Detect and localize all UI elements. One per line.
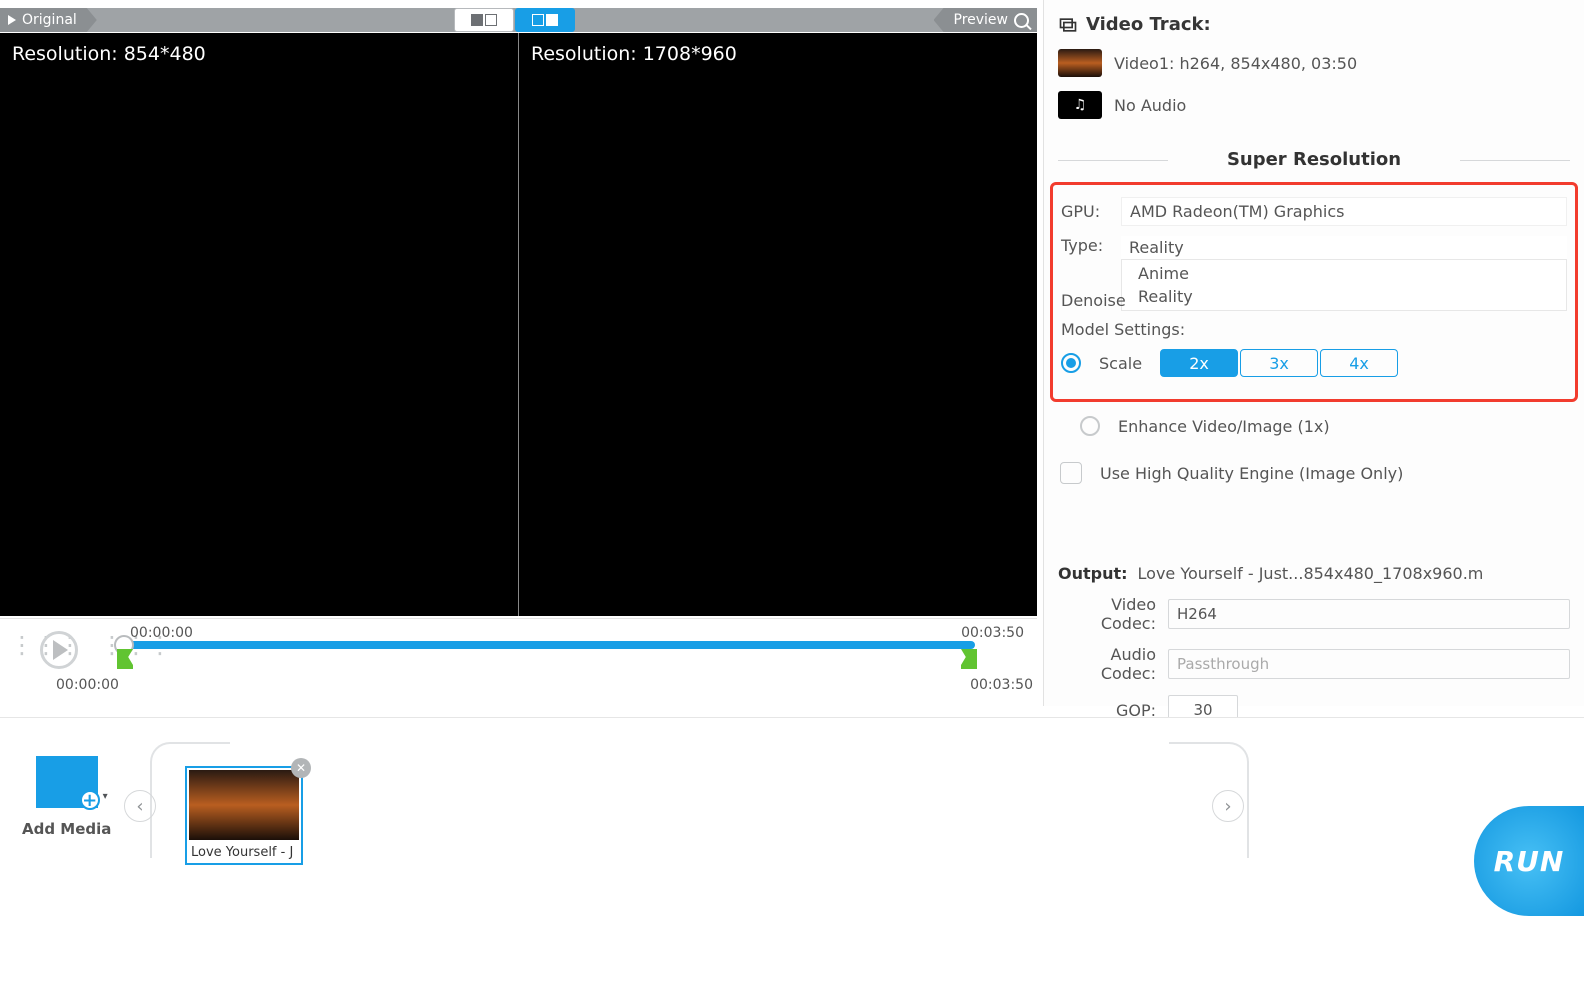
gpu-label: GPU: — [1061, 202, 1121, 221]
preview-tab[interactable]: Preview — [934, 8, 1038, 32]
super-resolution-title: Super Resolution — [1058, 149, 1570, 170]
audio-track-row[interactable]: ♫ No Audio — [1058, 91, 1570, 119]
scale-2x-button[interactable]: 2x — [1160, 349, 1238, 377]
time-end-bottom: 00:03:50 — [970, 677, 1033, 693]
time-start-top: 00:00:00 — [130, 625, 193, 641]
original-label: Original — [22, 12, 77, 28]
vcodec-select[interactable]: H264 — [1168, 599, 1570, 629]
preview-topbar: Original Preview — [0, 8, 1037, 32]
timeline-track[interactable] — [122, 641, 975, 649]
video-track-info: Video1: h264, 854x480, 03:50 — [1114, 54, 1357, 73]
clip-thumb — [189, 770, 299, 840]
time-start-bottom: 00:00:00 — [56, 677, 119, 693]
trim-end-flag[interactable] — [961, 649, 977, 669]
hq-label: Use High Quality Engine (Image Only) — [1100, 464, 1403, 483]
search-icon — [1014, 13, 1029, 28]
viewmode-split-button[interactable] — [515, 8, 575, 32]
highlighted-settings: GPU:AMD Radeon(TM) Graphics Type: Realit… — [1050, 182, 1578, 402]
upscaled-resolution: Resolution: 1708*960 — [531, 43, 737, 65]
audio-icon: ♫ — [1058, 91, 1102, 119]
original-tab[interactable]: Original — [0, 8, 97, 32]
video-track-row[interactable]: Video1: h264, 854x480, 03:50 — [1058, 49, 1570, 77]
upscaled-panel: Resolution: 1708*960 — [519, 33, 1037, 616]
scale-radio[interactable] — [1061, 353, 1081, 373]
original-panel: Resolution: 854*480 — [0, 33, 519, 616]
original-resolution: Resolution: 854*480 — [12, 43, 206, 65]
video-track-title: Video Track: — [1058, 14, 1570, 35]
type-option-reality[interactable]: Reality — [1130, 285, 1558, 308]
viewmode-single-button[interactable] — [454, 8, 514, 32]
stack-icon — [1058, 15, 1078, 35]
hq-checkbox[interactable] — [1060, 462, 1082, 484]
media-tray: +▾ Add Media ‹ › ✕ Love Yourself - J RUN — [0, 717, 1584, 987]
denoise-label: Denoise — [1061, 291, 1121, 310]
play-icon — [8, 15, 16, 25]
scale-label: Scale — [1099, 354, 1142, 373]
scale-3x-button[interactable]: 3x — [1240, 349, 1318, 377]
type-label: Type: — [1061, 236, 1121, 255]
time-end-top: 00:03:50 — [961, 625, 1024, 641]
audio-track-info: No Audio — [1114, 96, 1186, 115]
scale-buttons: 2x 3x 4x — [1160, 349, 1398, 377]
type-option-anime[interactable]: Anime — [1130, 262, 1558, 285]
video-thumb — [1058, 49, 1102, 77]
trim-start-flag[interactable] — [117, 649, 133, 669]
type-selected: Reality — [1121, 236, 1567, 259]
preview-label: Preview — [954, 12, 1009, 28]
settings-panel: Video Track: Video1: h264, 854x480, 03:5… — [1043, 0, 1584, 706]
type-select[interactable]: Reality Anime Reality — [1121, 236, 1567, 311]
acodec-label: Audio Codec: — [1058, 645, 1158, 683]
scale-4x-button[interactable]: 4x — [1320, 349, 1398, 377]
play-button[interactable] — [40, 631, 78, 669]
view-mode-group — [454, 8, 576, 32]
enhance-radio[interactable] — [1080, 416, 1100, 436]
acodec-select[interactable]: Passthrough — [1168, 649, 1570, 679]
add-media-icon: +▾ — [36, 756, 98, 808]
clip-name: Love Yourself - J — [187, 842, 301, 863]
timeline: ⋮⋮⋮ ⋮⋮⋮ 00:00:00 00:03:50 00:00:00 00:03… — [0, 618, 1037, 706]
play-icon — [53, 640, 68, 660]
add-media-button[interactable]: +▾ Add Media — [22, 756, 111, 838]
grip-icon[interactable]: ⋮⋮⋮ — [10, 639, 32, 661]
vcodec-label: Video Codec: — [1058, 595, 1158, 633]
model-settings-label: Model Settings: — [1061, 320, 1567, 339]
tray-next-button[interactable]: › — [1212, 790, 1244, 822]
tray-prev-button[interactable]: ‹ — [124, 790, 156, 822]
output-label: Output: — [1058, 564, 1128, 583]
gpu-select[interactable]: AMD Radeon(TM) Graphics — [1121, 197, 1567, 226]
media-clip[interactable]: ✕ Love Yourself - J — [185, 766, 303, 865]
run-button[interactable]: RUN — [1474, 806, 1584, 916]
add-media-label: Add Media — [22, 820, 111, 838]
enhance-label: Enhance Video/Image (1x) — [1118, 417, 1330, 436]
output-filename: Love Yourself - Just...854x480_1708x960.… — [1138, 564, 1484, 583]
preview-panels: Resolution: 854*480 Resolution: 1708*960 — [0, 33, 1037, 616]
clip-close-button[interactable]: ✕ — [291, 758, 311, 778]
